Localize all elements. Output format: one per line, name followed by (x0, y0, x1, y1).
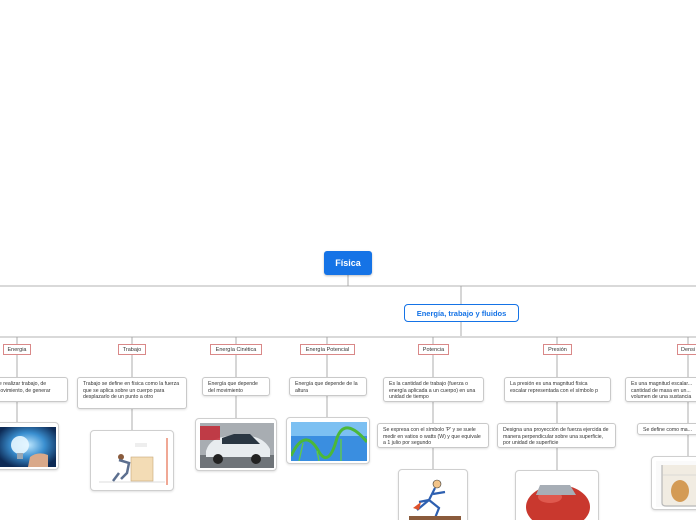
topic-label: Potencia (422, 346, 445, 353)
topic-label: Energía Cinética (215, 346, 257, 353)
main-topic-node[interactable]: Energía, trabajo y fluidos (404, 304, 519, 322)
topic-label: Presión (548, 346, 567, 353)
topic-label: Trabajo (122, 346, 142, 353)
topic-energia[interactable]: Energia (3, 344, 31, 355)
person-pushing-box-icon (95, 435, 171, 488)
desc-text: Se define como ma... (643, 427, 693, 433)
desc-energia-potencial[interactable]: Energía que depende de la altura (289, 377, 367, 396)
desc-presion[interactable]: La presión es una magnitud física escala… (504, 377, 611, 402)
topic-energia-potencial[interactable]: Energía Potencial (300, 344, 355, 355)
desc-presion-2[interactable]: Designa una proyección de fuerza ejercid… (497, 423, 616, 448)
desc-text: Energía que depende del movimiento (208, 381, 258, 394)
desc-densidad-2[interactable]: Se define como ma... (637, 423, 696, 435)
running-person-icon (403, 474, 465, 520)
desc-text: Energía que depende de la altura (295, 381, 358, 394)
beaker-egg-icon (656, 461, 696, 507)
topic-label: Energía Potencial (305, 346, 350, 353)
image-presion[interactable] (515, 470, 599, 520)
desc-text: Es una magnitud escalar... cantidad de m… (631, 381, 693, 401)
topic-energia-cinetica[interactable]: Energía Cinética (210, 344, 262, 355)
image-potencia[interactable] (398, 469, 468, 520)
topic-label: Energia (7, 346, 27, 353)
main-topic-label: Energía, trabajo y fluidos (416, 308, 507, 318)
topic-trabajo[interactable]: Trabajo (118, 344, 146, 355)
desc-energia[interactable]: de realizar trabajo, de movimiento, de g… (0, 377, 68, 402)
desc-potencia[interactable]: Es la cantidad de trabajo (fuerza o ener… (383, 377, 484, 402)
desc-densidad[interactable]: Es una magnitud escalar... cantidad de m… (625, 377, 696, 402)
topic-potencia[interactable]: Potencia (418, 344, 449, 355)
image-energia[interactable] (0, 422, 59, 470)
desc-text: de realizar trabajo, de movimiento, de g… (0, 381, 51, 394)
root-label: Física (335, 258, 361, 268)
mind-map-canvas: Física Energía, trabajo y fluidos Energi… (0, 0, 696, 520)
roller-coaster-icon (291, 422, 367, 461)
desc-text: Es la cantidad de trabajo (fuerza o ener… (389, 381, 476, 401)
desc-text: Trabajo se define en física como la fuer… (83, 381, 180, 401)
desc-text: La presión es una magnitud física escala… (510, 381, 598, 394)
moving-car-icon (200, 423, 274, 468)
image-densidad[interactable] (651, 456, 696, 510)
desc-potencia-2[interactable]: Se expresa con el símbolo 'P' y se suele… (377, 423, 489, 448)
pressure-ball-icon (520, 475, 596, 520)
image-energia-cinetica[interactable] (195, 418, 277, 471)
desc-text: Se expresa con el símbolo 'P' y se suele… (383, 427, 481, 447)
desc-trabajo[interactable]: Trabajo se define en física como la fuer… (77, 377, 187, 409)
topic-densidad[interactable]: Densi (677, 344, 696, 355)
desc-energia-cinetica[interactable]: Energía que depende del movimiento (202, 377, 270, 396)
lightbulb-icon (0, 427, 56, 467)
desc-text: Designa una proyección de fuerza ejercid… (503, 427, 609, 447)
topic-label: Densi (681, 346, 696, 353)
root-node[interactable]: Física (324, 251, 372, 275)
image-trabajo[interactable] (90, 430, 174, 491)
image-energia-potencial[interactable] (286, 417, 370, 464)
topic-presion[interactable]: Presión (543, 344, 572, 355)
